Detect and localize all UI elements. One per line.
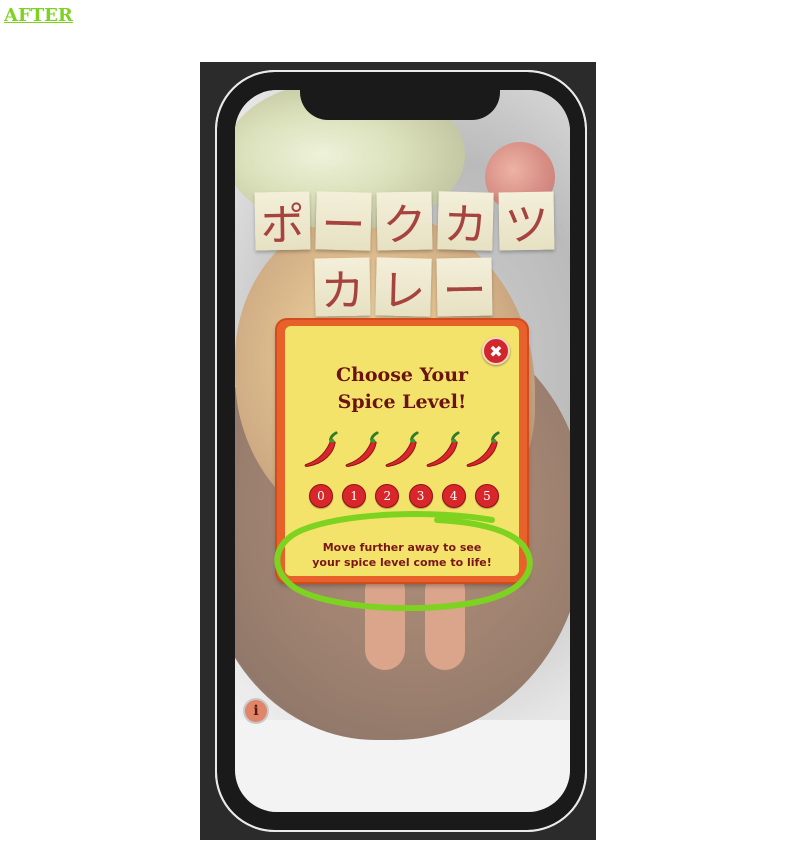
hint-line-1: Move further away to see xyxy=(322,541,482,554)
pepper-row xyxy=(301,430,501,470)
title-tile: ー xyxy=(315,191,372,252)
popup-title: Choose Your Spice Level! xyxy=(285,362,519,416)
spice-level-4-button[interactable]: 4 xyxy=(441,484,466,508)
distance-hint-text: Move further away to see your spice leve… xyxy=(285,540,519,570)
dish-title-row-2: カ レ ー xyxy=(314,257,493,318)
spice-level-2-button[interactable]: 2 xyxy=(375,484,400,508)
spice-level-3-button[interactable]: 3 xyxy=(408,484,433,508)
hint-line-2: your spice level come to life! xyxy=(312,556,492,569)
title-tile: ポ xyxy=(254,191,311,251)
spice-level-5-button[interactable]: 5 xyxy=(474,484,499,508)
chili-pepper-icon[interactable] xyxy=(423,430,461,470)
chili-pepper-icon[interactable] xyxy=(463,430,501,470)
phone-frame: ポ ー ク カ ツ カ レ ー ✖ Choose Your Spice Leve… xyxy=(200,62,596,840)
title-tile: レ xyxy=(375,257,432,318)
chili-pepper-icon[interactable] xyxy=(301,430,339,470)
popup-title-line-1: Choose Your xyxy=(335,364,469,386)
dish-title-row-1: ポ ー ク カ ツ xyxy=(254,191,555,252)
spice-level-buttons: 0 1 2 3 4 5 xyxy=(309,484,499,508)
title-tile: カ xyxy=(437,191,494,252)
close-icon[interactable]: ✖ xyxy=(482,337,510,365)
phone-notch xyxy=(300,90,500,120)
after-label[interactable]: AFTER xyxy=(4,5,73,26)
info-button[interactable]: i xyxy=(243,698,269,724)
spice-level-1-button[interactable]: 1 xyxy=(342,484,367,508)
app-screen: ポ ー ク カ ツ カ レ ー ✖ Choose Your Spice Leve… xyxy=(235,90,570,812)
title-tile: ク xyxy=(376,191,433,251)
chili-pepper-icon[interactable] xyxy=(342,430,380,470)
popup-title-line-2: Spice Level! xyxy=(337,391,467,413)
spice-level-0-button[interactable]: 0 xyxy=(309,484,333,508)
title-tile: ー xyxy=(436,257,493,317)
chili-pepper-icon[interactable] xyxy=(382,430,420,470)
title-tile: カ xyxy=(314,257,371,317)
title-tile: ツ xyxy=(498,191,555,251)
